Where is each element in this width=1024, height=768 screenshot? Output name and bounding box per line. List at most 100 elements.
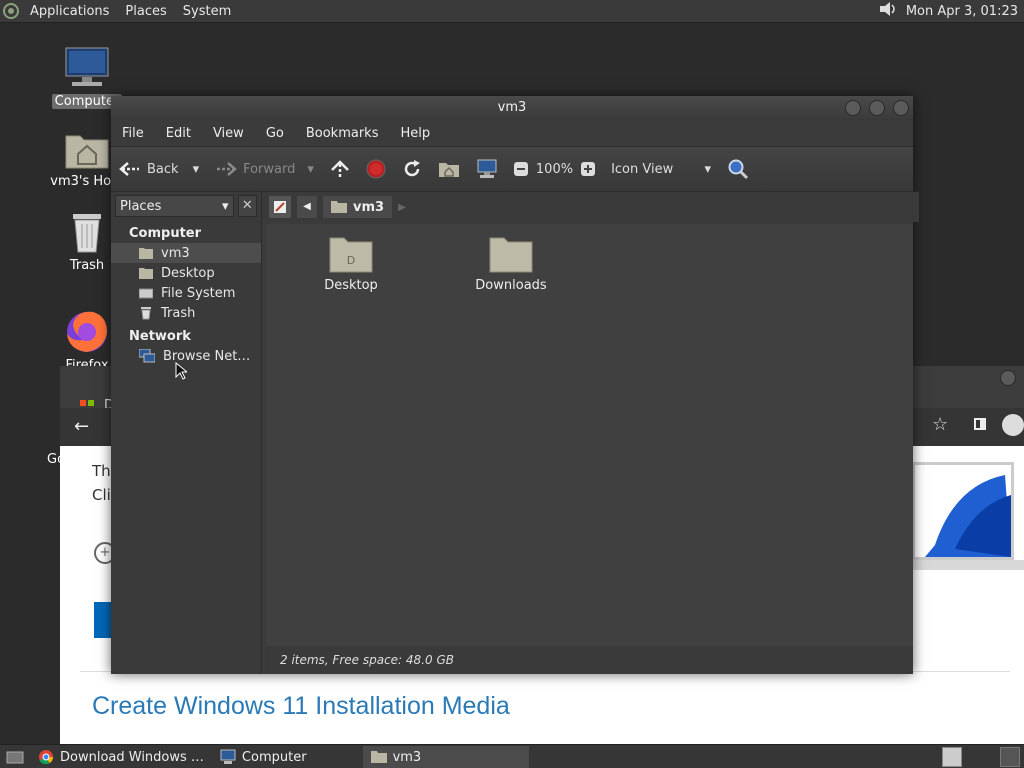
reload-button[interactable] bbox=[394, 159, 430, 179]
volume-icon[interactable] bbox=[878, 0, 898, 22]
up-arrow-icon bbox=[331, 160, 349, 177]
window-close-button[interactable] bbox=[1000, 370, 1016, 386]
close-button[interactable] bbox=[893, 100, 909, 116]
home-folder-icon bbox=[370, 751, 387, 763]
breadcrumb-label: vm3 bbox=[353, 199, 385, 215]
forward-button[interactable]: Forward ▾ bbox=[207, 161, 322, 177]
workspace-2[interactable] bbox=[1000, 747, 1020, 767]
view-mode-value: Icon View bbox=[611, 161, 674, 177]
computer-icon bbox=[220, 749, 236, 764]
blue-button-partial[interactable] bbox=[94, 602, 112, 638]
home-folder-icon bbox=[139, 248, 153, 259]
trash-icon bbox=[141, 307, 151, 320]
menu-bookmarks[interactable]: Bookmarks bbox=[295, 126, 390, 141]
zoom-out-icon[interactable] bbox=[513, 162, 528, 176]
sidebar-item-label: File System bbox=[161, 285, 236, 301]
top-panel: Applications Places System Mon Apr 3, 01… bbox=[0, 0, 1024, 23]
back-arrow-icon bbox=[119, 162, 139, 176]
sidebar-group-computer: Computer bbox=[129, 226, 202, 241]
computer-icon bbox=[477, 159, 497, 178]
chevron-down-icon: ▾ bbox=[222, 198, 229, 214]
places-menu[interactable]: Places bbox=[117, 4, 174, 19]
search-button[interactable] bbox=[719, 158, 757, 180]
drive-icon bbox=[139, 288, 153, 299]
desktop-icon-label: Trash bbox=[69, 258, 105, 273]
maximize-button[interactable] bbox=[869, 100, 885, 116]
window-title: vm3 bbox=[497, 100, 527, 115]
task-vm3[interactable]: vm3 bbox=[362, 746, 529, 768]
page-heading: Create Windows 11 Installation Media bbox=[92, 692, 510, 720]
close-sidebar-button[interactable]: ✕ bbox=[237, 195, 257, 217]
home-folder-icon bbox=[331, 201, 347, 213]
star-icon[interactable]: ☆ bbox=[932, 414, 948, 435]
sidebar-pane-value: Places bbox=[120, 198, 162, 214]
back-button[interactable]: Back ▾ bbox=[111, 161, 207, 177]
edit-location-button[interactable] bbox=[269, 196, 291, 218]
file-item-label: Desktop bbox=[324, 278, 378, 293]
file-view: D Desktop Downloads bbox=[266, 224, 913, 646]
applications-menu[interactable]: Applications bbox=[22, 4, 117, 19]
back-arrow-icon[interactable]: ← bbox=[74, 416, 89, 437]
zoom-level: 100% bbox=[535, 161, 574, 177]
menu-bar: File Edit View Go Bookmarks Help bbox=[111, 120, 913, 146]
profile-icon[interactable] bbox=[1002, 414, 1024, 436]
system-menu[interactable]: System bbox=[175, 4, 239, 19]
back-history-dropdown-icon[interactable]: ▾ bbox=[193, 162, 200, 177]
chevron-down-icon: ▾ bbox=[704, 161, 712, 177]
back-label: Back bbox=[147, 161, 179, 177]
window-titlebar[interactable]: vm3 bbox=[111, 96, 913, 120]
home-button[interactable] bbox=[430, 160, 468, 178]
task-computer[interactable]: Computer bbox=[212, 746, 315, 768]
side-panel-icon[interactable] bbox=[974, 418, 986, 430]
network-icon bbox=[139, 349, 155, 363]
menu-file[interactable]: File bbox=[111, 126, 155, 141]
file-item-downloads[interactable]: Downloads bbox=[461, 234, 561, 293]
sidebar-pane-select[interactable]: Places ▾ bbox=[115, 195, 234, 217]
stop-icon bbox=[366, 159, 386, 179]
status-bar: 2 items, Free space: 48.0 GB bbox=[266, 646, 913, 674]
forward-label: Forward bbox=[243, 161, 296, 177]
task-browser[interactable]: Download Windows … bbox=[30, 746, 212, 768]
laptop-image bbox=[912, 462, 1024, 592]
workspace-switcher[interactable] bbox=[942, 747, 962, 767]
menu-go[interactable]: Go bbox=[255, 126, 295, 141]
desktop-folder-icon bbox=[139, 268, 153, 279]
folder-icon bbox=[489, 237, 533, 273]
home-folder-icon bbox=[65, 135, 109, 169]
sidebar-item-desktop[interactable]: Desktop bbox=[111, 263, 261, 283]
show-desktop-icon[interactable] bbox=[0, 749, 30, 765]
view-mode-select[interactable]: Icon View ▾ bbox=[603, 162, 719, 177]
task-label: Computer bbox=[241, 749, 307, 765]
file-item-desktop[interactable]: D Desktop bbox=[301, 234, 401, 293]
sidebar: Places ▾ ✕ Computer vm3 Desktop File Sys… bbox=[111, 192, 262, 674]
up-button[interactable] bbox=[322, 160, 358, 178]
reload-icon bbox=[404, 160, 420, 177]
menu-view[interactable]: View bbox=[202, 126, 255, 141]
path-right-arrow-icon[interactable]: ▶ bbox=[398, 202, 406, 213]
sidebar-item-label: Trash bbox=[161, 305, 196, 321]
zoom-in-icon[interactable] bbox=[581, 162, 596, 176]
task-label: Download Windows … bbox=[60, 749, 204, 765]
stop-button[interactable] bbox=[358, 159, 394, 179]
svg-text:D: D bbox=[347, 254, 355, 267]
gnome-foot-icon[interactable] bbox=[0, 0, 22, 22]
sidebar-item-vm3[interactable]: vm3 bbox=[111, 243, 261, 263]
breadcrumb-vm3[interactable]: vm3 bbox=[323, 196, 393, 218]
file-manager-window: vm3 File Edit View Go Bookmarks Help Bac… bbox=[111, 96, 919, 674]
path-bar: ◀ vm3 ▶ bbox=[263, 192, 919, 222]
menu-help[interactable]: Help bbox=[389, 126, 441, 141]
task-label: vm3 bbox=[392, 749, 422, 765]
sidebar-item-label: Desktop bbox=[161, 265, 215, 281]
taskbar: Download Windows … Computer vm3 bbox=[0, 744, 1024, 768]
menu-edit[interactable]: Edit bbox=[155, 126, 202, 141]
computer-button[interactable] bbox=[468, 159, 506, 179]
search-icon bbox=[728, 159, 749, 180]
minimize-button[interactable] bbox=[845, 100, 861, 116]
path-left-arrow-icon[interactable]: ◀ bbox=[297, 196, 317, 218]
trash-icon bbox=[73, 214, 101, 253]
forward-history-dropdown-icon[interactable]: ▾ bbox=[307, 162, 314, 177]
clock[interactable]: Mon Apr 3, 01:23 bbox=[906, 4, 1018, 19]
page-text-line: Cli bbox=[92, 486, 111, 504]
sidebar-item-file-system[interactable]: File System bbox=[111, 283, 261, 303]
sidebar-item-trash[interactable]: Trash bbox=[111, 303, 261, 323]
